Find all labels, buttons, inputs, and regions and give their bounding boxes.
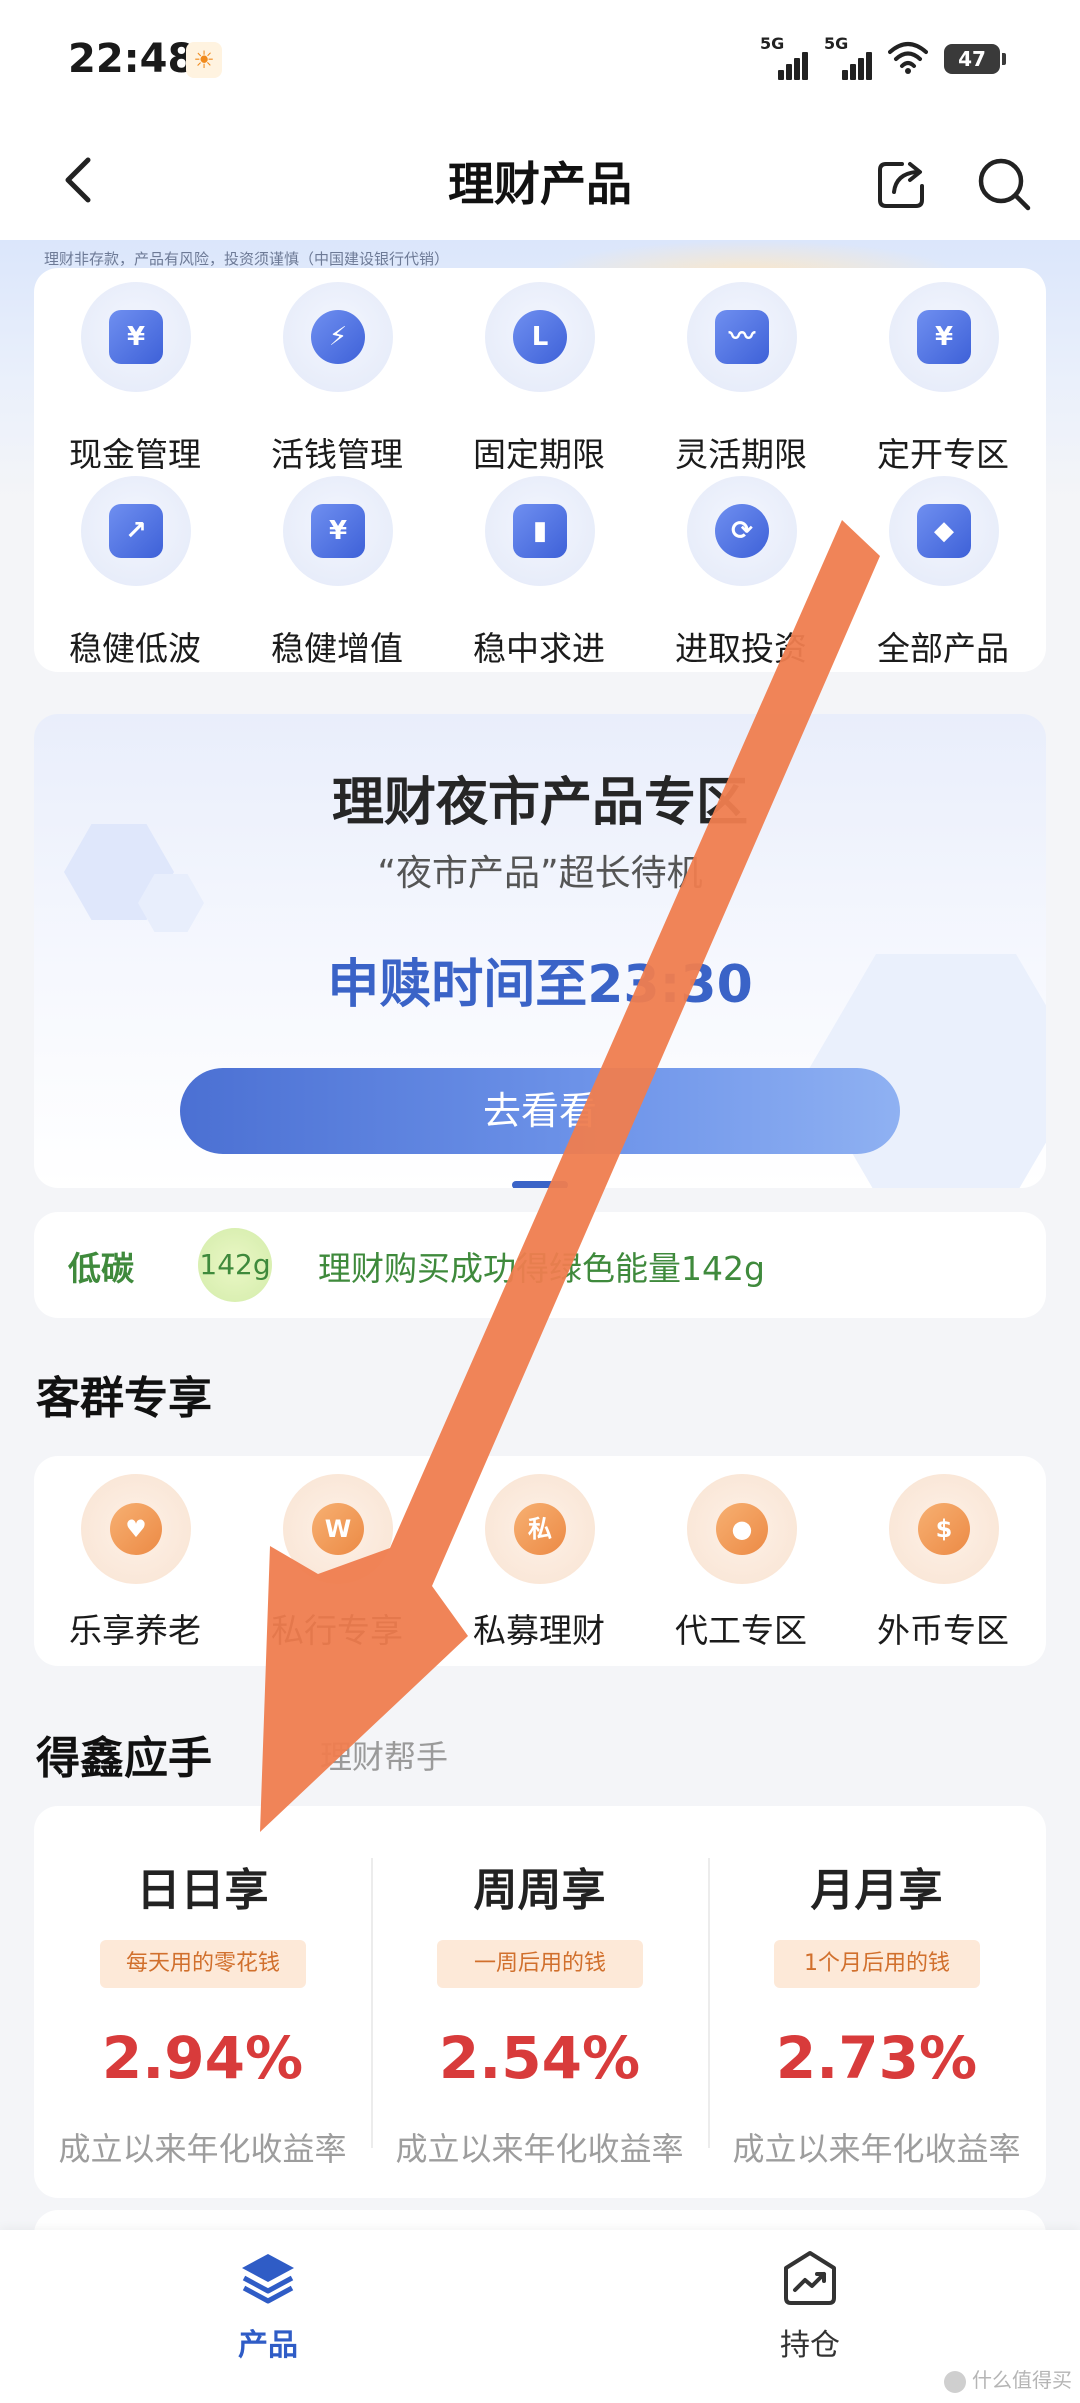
product-rate-desc: 成立以来年化收益率	[58, 2130, 347, 2168]
category-cash-management[interactable]: ¥ 现金管理	[34, 282, 236, 476]
product-rate: 2.73%	[775, 2024, 978, 2092]
bar-chart-icon: ▮	[485, 476, 595, 586]
category-label: 稳健低波	[69, 629, 201, 668]
shield-bolt-icon: ⚡	[283, 282, 393, 392]
group-private-banking[interactable]: W 私行专享	[236, 1474, 438, 1654]
product-rate-desc: 成立以来年化收益率	[395, 2130, 684, 2168]
worker-icon: ●	[687, 1474, 797, 1584]
low-carbon-strip[interactable]: 低碳 142g 理财购买成功得绿色能量142g	[34, 1212, 1046, 1318]
group-label: 私募理财	[473, 1611, 605, 1650]
group-label: 外币专区	[877, 1611, 1009, 1650]
chart-line-icon: 〰	[687, 282, 797, 392]
category-fixed-term[interactable]: L 固定期限	[438, 282, 640, 476]
product-weekly[interactable]: 周周享 一周后用的钱 2.54% 成立以来年化收益率	[371, 1806, 708, 2198]
group-label: 私行专享	[271, 1611, 403, 1650]
category-aggressive-investment[interactable]: ⟳ 进取投资	[640, 476, 842, 670]
status-time: 22:48	[68, 36, 196, 82]
grid-icon: ◆	[889, 476, 999, 586]
category-label: 活钱管理	[271, 435, 403, 474]
banner-subtitle: “夜市产品”超长待机	[377, 853, 703, 894]
category-label: 稳中求进	[473, 629, 605, 668]
product-rate-desc: 成立以来年化收益率	[732, 2130, 1021, 2168]
watermark: 什么值得买	[944, 2364, 1072, 2393]
category-all-products[interactable]: ◆ 全部产品	[842, 476, 1044, 670]
customer-group-card: ♥ 乐享养老 W 私行专享 私 私募理财 ● 代工专区 $ 外币专区	[34, 1456, 1046, 1666]
product-name: 日日享	[136, 1865, 269, 1916]
holdings-chart-icon	[784, 2251, 836, 2305]
category-label: 定开专区	[877, 435, 1009, 474]
yield-section-title: 得鑫应手	[36, 1733, 212, 1784]
share-icon[interactable]	[872, 154, 930, 212]
group-label: 代工专区	[675, 1611, 807, 1650]
green-energy-text: 理财购买成功得绿色能量142g	[318, 1249, 765, 1288]
tab-holdings[interactable]: 持仓	[710, 2248, 910, 2368]
wifi-icon	[888, 42, 928, 74]
carousel-indicator	[34, 1174, 1046, 1188]
app-notification-icon: ☀	[186, 42, 222, 78]
clock-icon: L	[485, 282, 595, 392]
group-label: 乐享养老	[69, 1611, 201, 1650]
category-label: 全部产品	[877, 629, 1009, 668]
category-label: 进取投资	[675, 629, 807, 668]
banner-time-text: 申赎时间至23:30	[327, 955, 753, 1015]
search-icon[interactable]	[974, 154, 1034, 214]
coin-cycle-icon: ⟳	[687, 476, 797, 586]
product-name: 周周享	[473, 1865, 606, 1916]
category-label: 固定期限	[473, 435, 605, 474]
tab-products[interactable]: 产品	[168, 2248, 368, 2368]
category-label: 现金管理	[69, 435, 201, 474]
category-periodic-open[interactable]: ¥ 定开专区	[842, 282, 1044, 476]
bottom-tab-bar: 产品 持仓	[0, 2230, 1080, 2403]
category-grid: ¥ 现金管理 ⚡ 活钱管理 L 固定期限 〰 灵活期限 ¥ 定开专区 ↗ 稳健低…	[34, 282, 1046, 670]
group-foreign-currency[interactable]: $ 外币专区	[842, 1474, 1044, 1654]
low-carbon-label: 低碳	[68, 1249, 134, 1288]
elder-icon: ♥	[81, 1474, 191, 1584]
calendar-icon: ¥	[889, 282, 999, 392]
battery-icon: 47	[944, 44, 1006, 74]
trend-icon: ↗	[81, 476, 191, 586]
product-monthly[interactable]: 月月享 1个月后用的钱 2.73% 成立以来年化收益率	[708, 1806, 1045, 2198]
product-tag: 一周后用的钱	[437, 1940, 643, 1988]
dollar-icon: $	[889, 1474, 999, 1584]
product-tag: 每天用的零花钱	[100, 1940, 306, 1988]
category-steady-progress[interactable]: ▮ 稳中求进	[438, 476, 640, 670]
tab-products-label: 产品	[238, 2328, 298, 2363]
yield-section-hint: 理财帮手	[320, 1738, 449, 1776]
group-pension[interactable]: ♥ 乐享养老	[34, 1474, 236, 1654]
yield-products-card: 日日享 每天用的零花钱 2.94% 成立以来年化收益率 周周享 一周后用的钱 2…	[34, 1806, 1046, 2198]
product-name: 月月享	[810, 1865, 943, 1916]
crown-icon: W	[283, 1474, 393, 1584]
layers-icon	[242, 2254, 294, 2304]
green-energy-badge: 142g	[198, 1228, 272, 1302]
tab-holdings-label: 持仓	[780, 2328, 840, 2363]
banner-title: 理财夜市产品专区	[331, 773, 748, 833]
promo-banner[interactable]: 理财夜市产品专区 “夜市产品”超长待机 申赎时间至23:30 去看看	[34, 714, 1046, 1188]
category-label: 灵活期限	[675, 435, 807, 474]
customer-group-grid: ♥ 乐享养老 W 私行专享 私 私募理财 ● 代工专区 $ 外币专区	[34, 1474, 1046, 1654]
banner-go-button[interactable]: 去看看	[180, 1068, 900, 1154]
product-rate: 2.94%	[101, 2024, 304, 2092]
product-tag: 1个月后用的钱	[774, 1940, 980, 1988]
nav-bar: 理财产品	[0, 120, 1080, 240]
category-liquid-management[interactable]: ⚡ 活钱管理	[236, 282, 438, 476]
category-flexible-term[interactable]: 〰 灵活期限	[640, 282, 842, 476]
product-daily[interactable]: 日日享 每天用的零花钱 2.94% 成立以来年化收益率	[34, 1806, 371, 2198]
risk-disclaimer: 理财非存款，产品有风险，投资须谨慎（中国建设银行代销）	[44, 250, 450, 268]
cash-icon: ¥	[81, 282, 191, 392]
category-steady-appreciation[interactable]: ¥ 稳健增值	[236, 476, 438, 670]
product-rate: 2.54%	[438, 2024, 641, 2092]
group-private-equity[interactable]: 私 私募理财	[438, 1474, 640, 1654]
category-label: 稳健增值	[271, 629, 403, 668]
category-card: ¥ 现金管理 ⚡ 活钱管理 L 固定期限 〰 灵活期限 ¥ 定开专区 ↗ 稳健低…	[34, 268, 1046, 672]
house-icon: ¥	[283, 476, 393, 586]
customer-section-title: 客群专享	[36, 1373, 212, 1424]
category-steady-low-volatility[interactable]: ↗ 稳健低波	[34, 476, 236, 670]
status-bar: 22:48 ☀ 5G 5G 47	[0, 0, 1080, 120]
group-payroll[interactable]: ● 代工专区	[640, 1474, 842, 1654]
money-bag-icon: 私	[485, 1474, 595, 1584]
yield-products-grid: 日日享 每天用的零花钱 2.94% 成立以来年化收益率 周周享 一周后用的钱 2…	[34, 1806, 1046, 2198]
